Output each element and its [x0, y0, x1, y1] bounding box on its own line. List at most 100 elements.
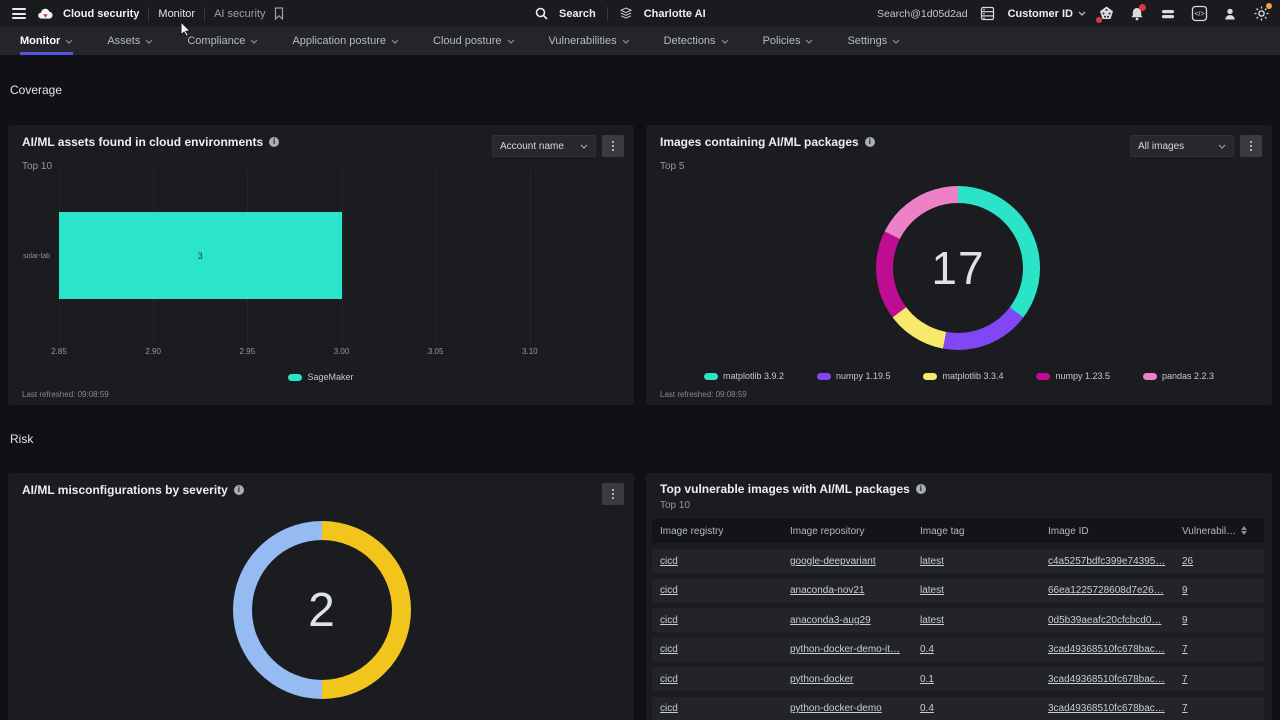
search-icon [535, 7, 548, 20]
card-menu-button[interactable] [602, 135, 624, 157]
chevron-down-icon [892, 39, 900, 44]
nav-tab-label: Assets [107, 35, 140, 47]
gridline [342, 170, 343, 343]
legend-item[interactable]: numpy 1.23.5 [1036, 371, 1110, 381]
table-cell-link[interactable]: cicd [660, 674, 790, 685]
legend-label: matplotlib 3.9.2 [723, 371, 784, 381]
breadcrumb-monitor[interactable]: Monitor [158, 8, 195, 20]
table-cell-link[interactable]: 66ea1225728608d7e26… [1048, 585, 1182, 596]
nav-tab-compliance[interactable]: Compliance [187, 27, 258, 55]
chevron-down-icon [622, 39, 630, 44]
menu-icon[interactable] [10, 8, 28, 19]
card-menu-button[interactable] [1240, 135, 1262, 157]
nav-tab-assets[interactable]: Assets [107, 27, 153, 55]
table-cell-link[interactable]: 9 [1182, 615, 1264, 626]
column-header-5[interactable]: Vulnerabil… [1182, 526, 1264, 537]
table-cell-link[interactable]: python-docker-demo [790, 703, 920, 714]
table-cell-link[interactable]: 0d5b39aeafc20cfcbcd0… [1048, 615, 1182, 626]
bookmark-icon[interactable] [274, 7, 284, 20]
last-refreshed-label: Last refreshed: 09:08:59 [22, 390, 109, 399]
legend-item[interactable]: pandas 2.2.3 [1143, 371, 1214, 381]
search-button[interactable]: Search [559, 8, 596, 20]
info-icon[interactable]: i [916, 484, 926, 494]
legend-item[interactable]: matplotlib 3.3.4 [923, 371, 1003, 381]
bar-category-label: solar-lab [8, 170, 56, 343]
card-subtitle: Top 10 [646, 500, 1272, 511]
table-cell-link[interactable]: 3cad49368510fc678bac… [1048, 644, 1182, 655]
app-title[interactable]: Cloud security [63, 8, 139, 20]
theme-brightness-icon[interactable] [1250, 3, 1272, 25]
card-menu-button[interactable] [602, 483, 624, 505]
notifications-bell-icon[interactable] [1126, 3, 1148, 25]
nav-tab-monitor[interactable]: Monitor [20, 27, 73, 55]
table-cell-link[interactable]: c4a5257bdfc399e74395… [1048, 556, 1182, 567]
sort-icon[interactable] [1241, 526, 1247, 535]
table-cell-link[interactable]: 26 [1182, 556, 1264, 567]
table-cell-link[interactable]: 3cad49368510fc678bac… [1048, 674, 1182, 685]
table-cell-link[interactable]: cicd [660, 585, 790, 596]
nav-tab-vulnerabilities[interactable]: Vulnerabilities [549, 27, 630, 55]
info-icon[interactable]: i [865, 137, 875, 147]
info-icon[interactable]: i [234, 485, 244, 495]
legend-item[interactable]: SageMaker [288, 372, 353, 382]
table-cell-link[interactable]: 0.1 [920, 674, 1048, 685]
column-header-3[interactable]: Image tag [920, 526, 1048, 537]
table-header: Image registryImage repositoryImage tagI… [652, 519, 1264, 543]
data-connections-icon[interactable] [977, 3, 999, 25]
falcon-store-icon[interactable] [1095, 3, 1117, 25]
queue-icon[interactable] [1157, 3, 1179, 25]
table-cell-link[interactable]: 7 [1182, 703, 1264, 714]
legend-label: numpy 1.19.5 [836, 371, 891, 381]
table-cell-link[interactable]: python-docker [790, 674, 920, 685]
table-cell-link[interactable]: latest [920, 615, 1048, 626]
table-row: cicdpython-docker-demo0.43cad49368510fc6… [652, 697, 1264, 720]
table-cell-link[interactable]: python-docker-demo-it… [790, 644, 920, 655]
legend-item[interactable]: numpy 1.19.5 [817, 371, 891, 381]
table-cell-link[interactable]: latest [920, 585, 1048, 596]
card-title: Top vulnerable images with AI/ML package… [660, 482, 926, 496]
table-cell-link[interactable]: 7 [1182, 644, 1264, 655]
table-cell-link[interactable]: cicd [660, 644, 790, 655]
nav-tab-detections[interactable]: Detections [664, 27, 729, 55]
table-cell-link[interactable]: cicd [660, 615, 790, 626]
info-icon[interactable]: i [269, 137, 279, 147]
table-cell-link[interactable]: anaconda3-aug29 [790, 615, 920, 626]
user-profile-icon[interactable] [1219, 3, 1241, 25]
column-header-1[interactable]: Image registry [660, 526, 790, 537]
search-id-label[interactable]: Search@1d05d2ad [877, 8, 968, 20]
table-cell-link[interactable]: 0.4 [920, 703, 1048, 714]
nav-tab-settings[interactable]: Settings [847, 27, 900, 55]
cloud-security-logo-icon [37, 7, 54, 21]
table-cell-link[interactable]: latest [920, 556, 1048, 567]
x-tick-label: 3.00 [334, 347, 350, 356]
account-name-filter-select[interactable]: Account name [492, 135, 596, 157]
table-body: cicdgoogle-deepvariantlatestc4a5257bdfc3… [652, 549, 1264, 720]
card-vulnerable-images: Top vulnerable images with AI/ML package… [646, 473, 1272, 720]
all-images-filter-select[interactable]: All images [1130, 135, 1234, 157]
table-cell-link[interactable]: google-deepvariant [790, 556, 920, 567]
legend-label: SageMaker [307, 372, 353, 382]
legend-swatch [1143, 373, 1157, 380]
breadcrumb-ai-security[interactable]: AI security [214, 8, 265, 20]
x-tick-label: 2.85 [51, 347, 67, 356]
bar-chart-legend: SageMaker [8, 372, 634, 382]
nav-tab-label: Application posture [292, 35, 386, 47]
charlotte-ai-button[interactable]: Charlotte AI [644, 8, 706, 20]
bar-sagemaker[interactable]: 3 [59, 212, 342, 299]
table-cell-link[interactable]: 3cad49368510fc678bac… [1048, 703, 1182, 714]
table-cell-link[interactable]: 9 [1182, 585, 1264, 596]
table-cell-link[interactable]: 0.4 [920, 644, 1048, 655]
nav-tab-application-posture[interactable]: Application posture [292, 27, 399, 55]
table-cell-link[interactable]: 7 [1182, 674, 1264, 685]
table-cell-link[interactable]: anaconda-nov21 [790, 585, 920, 596]
nav-tab-policies[interactable]: Policies [763, 27, 814, 55]
column-header-2[interactable]: Image repository [790, 526, 920, 537]
table-cell-link[interactable]: cicd [660, 556, 790, 567]
table-cell-link[interactable]: cicd [660, 703, 790, 714]
nav-tab-label: Detections [664, 35, 716, 47]
customer-id-dropdown[interactable]: Customer ID [1008, 8, 1086, 20]
nav-tab-cloud-posture[interactable]: Cloud posture [433, 27, 515, 55]
column-header-4[interactable]: Image ID [1048, 526, 1182, 537]
legend-item[interactable]: matplotlib 3.9.2 [704, 371, 784, 381]
api-code-icon[interactable]: </> [1188, 3, 1210, 25]
